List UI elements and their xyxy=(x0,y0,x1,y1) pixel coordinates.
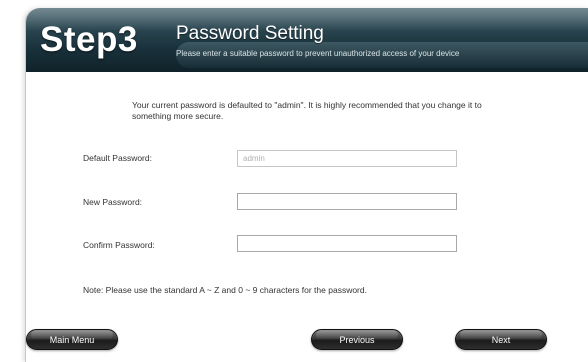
page-title: Password Setting xyxy=(176,23,324,44)
wizard-panel: Step3 Password Setting Please enter a su… xyxy=(25,8,588,362)
new-password-label: New Password: xyxy=(83,197,143,207)
new-password-field[interactable] xyxy=(237,193,457,210)
wizard-header: Step3 Password Setting Please enter a su… xyxy=(26,8,588,72)
next-label: Next xyxy=(491,335,511,345)
default-password-label: Default Password: xyxy=(83,153,152,163)
page-subtitle: Please enter a suitable password to prev… xyxy=(176,49,460,58)
intro-text: Your current password is defaulted to "a… xyxy=(132,100,482,121)
default-password-field xyxy=(237,150,457,167)
confirm-password-label: Confirm Password: xyxy=(83,240,155,250)
main-menu-button[interactable]: Main Menu xyxy=(26,329,118,350)
main-menu-label: Main Menu xyxy=(49,335,95,345)
previous-label: Previous xyxy=(339,335,375,345)
step-label: Step3 xyxy=(40,20,138,59)
previous-button[interactable]: Previous xyxy=(311,329,403,350)
password-note: Note: Please use the standard A ~ Z and … xyxy=(83,285,367,295)
next-button[interactable]: Next xyxy=(455,329,547,350)
confirm-password-field[interactable] xyxy=(237,235,457,252)
